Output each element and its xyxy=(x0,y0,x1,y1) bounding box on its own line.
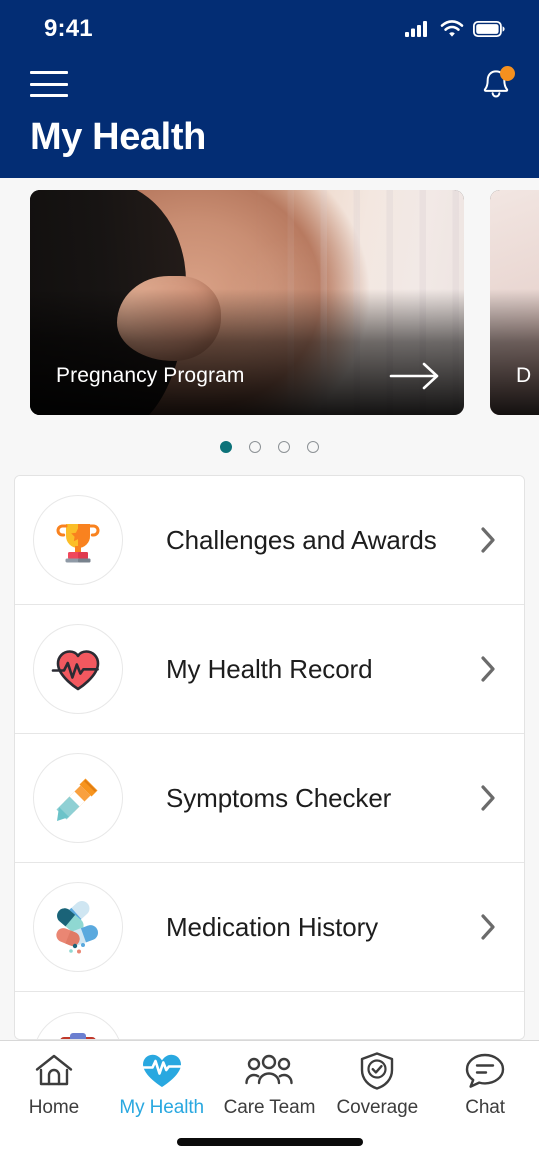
chevron-right-icon xyxy=(480,655,502,683)
tab-label: Home xyxy=(28,1097,80,1118)
tab-coverage[interactable]: Coverage xyxy=(323,1051,431,1119)
tab-label: Coverage xyxy=(336,1097,419,1118)
menu-item-partially-visible[interactable] xyxy=(15,992,524,1039)
chevron-right-icon xyxy=(480,913,502,941)
menu-item-label: Symptoms Checker xyxy=(166,782,392,813)
chat-bubble-icon xyxy=(464,1051,506,1091)
card-footer: Pregnancy Program xyxy=(30,337,464,415)
tab-label: Chat xyxy=(465,1097,505,1118)
home-indicator xyxy=(176,1138,363,1146)
menu-item-symptoms-checker[interactable]: Symptoms Checker xyxy=(15,734,524,863)
pills-capsules-icon xyxy=(56,900,98,954)
menu-item-icon-wrapper xyxy=(33,882,123,972)
promo-card-next[interactable]: D xyxy=(490,190,539,415)
notification-badge xyxy=(500,66,515,81)
hamburger-line xyxy=(30,94,68,97)
status-bar-icons xyxy=(405,20,505,38)
promo-card-label: Pregnancy Program xyxy=(56,364,245,387)
carousel-dot-1[interactable] xyxy=(220,441,232,453)
carousel-pagination xyxy=(0,415,539,475)
carousel-track[interactable]: Pregnancy Program D xyxy=(0,190,539,415)
menu-list: Challenges and Awards My Health Record S… xyxy=(14,475,525,1040)
tab-label: My Health xyxy=(119,1097,205,1118)
tab-label: Care Team xyxy=(223,1097,316,1118)
dropper-icon xyxy=(56,778,98,821)
menu-item-icon-wrapper xyxy=(33,495,123,585)
menu-item-icon-wrapper xyxy=(33,1011,123,1039)
menu-item-medication-history[interactable]: Medication History xyxy=(15,863,524,992)
battery-icon xyxy=(473,21,505,37)
tab-care-team[interactable]: Care Team xyxy=(216,1051,324,1119)
mobile-app-screen: 9:41 My Health Pregnancy Program D Chall… xyxy=(0,0,539,1162)
notification-bell-button[interactable] xyxy=(475,63,517,105)
home-icon xyxy=(34,1051,74,1091)
menu-item-label: Challenges and Awards xyxy=(166,524,437,555)
heart-pulse-icon xyxy=(51,650,100,691)
promo-card-label: D xyxy=(516,364,532,387)
card-footer: D xyxy=(490,337,539,415)
menu-item-label: My Health Record xyxy=(166,653,373,684)
heart-pulse-icon xyxy=(140,1051,184,1091)
tab-home[interactable]: Home xyxy=(0,1051,108,1119)
carousel-dot-3[interactable] xyxy=(278,441,290,453)
header-nav-row xyxy=(0,58,539,110)
people-group-icon xyxy=(245,1051,294,1091)
cellular-signal-icon xyxy=(405,21,427,37)
app-header: 9:41 My Health xyxy=(0,0,539,178)
menu-item-label: Medication History xyxy=(166,911,379,942)
hamburger-line xyxy=(30,71,68,74)
arrow-right-icon[interactable] xyxy=(388,361,442,391)
status-bar-time: 9:41 xyxy=(44,15,93,42)
tab-my-health[interactable]: My Health xyxy=(108,1051,216,1119)
hamburger-menu-icon[interactable] xyxy=(30,71,68,97)
menu-item-icon-wrapper xyxy=(33,753,123,843)
chevron-right-icon xyxy=(480,526,502,554)
hamburger-line xyxy=(30,82,68,86)
menu-item-icon-wrapper xyxy=(33,624,123,714)
menu-item-my-health-record[interactable]: My Health Record xyxy=(15,605,524,734)
promo-card-pregnancy[interactable]: Pregnancy Program xyxy=(30,190,464,415)
carousel-dot-2[interactable] xyxy=(249,441,261,453)
shield-check-icon xyxy=(358,1051,396,1091)
tab-chat[interactable]: Chat xyxy=(431,1051,539,1119)
bottom-tab-bar: Home My Health Care Team Coverage Chat xyxy=(0,1040,539,1162)
menu-item-challenges-and-awards[interactable]: Challenges and Awards xyxy=(15,476,524,605)
page-title: My Health xyxy=(30,116,206,158)
status-bar: 9:41 xyxy=(0,0,539,58)
wifi-icon xyxy=(440,20,464,37)
promo-carousel: Pregnancy Program D xyxy=(0,178,539,475)
carousel-dot-4[interactable] xyxy=(307,441,319,453)
chevron-right-icon xyxy=(480,784,502,812)
trophy-icon xyxy=(56,524,100,563)
clipboard-icon xyxy=(60,1032,96,1039)
